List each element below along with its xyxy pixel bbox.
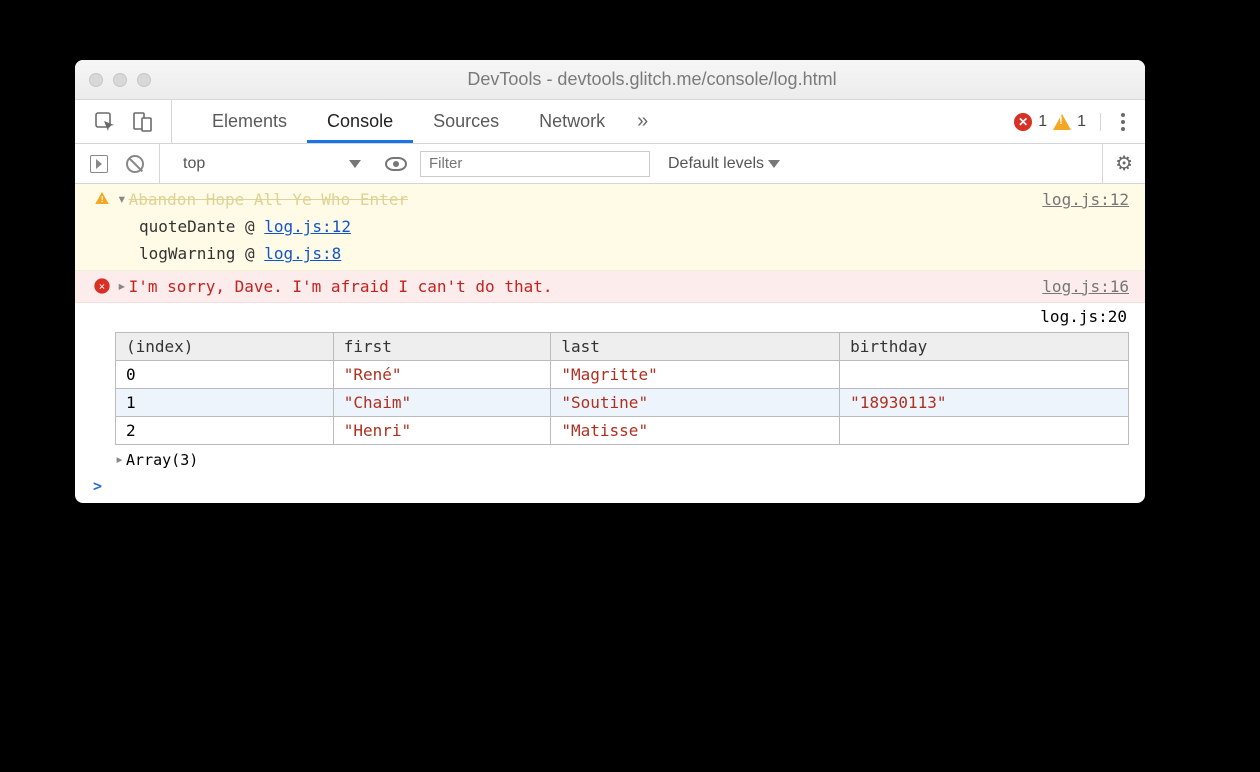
- log-entry-warning[interactable]: ▾Abandon Hope All Ye Who Enter log.js:12…: [75, 184, 1145, 271]
- console-settings-icon[interactable]: ⚙: [1115, 151, 1133, 176]
- execution-context-label: top: [183, 155, 205, 173]
- log-message: I'm sorry, Dave. I'm afraid I can't do t…: [129, 277, 553, 296]
- log-level-select[interactable]: Default levels: [668, 155, 780, 173]
- tab-network[interactable]: Network: [519, 100, 625, 143]
- source-link[interactable]: log.js:12: [1042, 186, 1129, 213]
- console-filterbar: top Default levels ⚙: [75, 144, 1145, 184]
- table-header[interactable]: last: [551, 332, 840, 360]
- traffic-lights: [89, 73, 151, 87]
- table-header[interactable]: birthday: [840, 332, 1129, 360]
- minimize-icon[interactable]: [113, 73, 127, 87]
- expand-caret-icon[interactable]: ▸: [117, 272, 127, 299]
- log-entry-error[interactable]: ✕ ▸I'm sorry, Dave. I'm afraid I can't d…: [75, 271, 1145, 303]
- stack-frame: quoteDante @ log.js:12: [117, 213, 1129, 240]
- stack-frame: logWarning @ log.js:8: [117, 240, 1129, 267]
- clear-console-icon[interactable]: [123, 152, 147, 176]
- inspect-element-icon[interactable]: [93, 110, 117, 134]
- log-message: Abandon Hope All Ye Who Enter: [129, 190, 408, 209]
- chevron-down-icon: [349, 160, 361, 168]
- table-header[interactable]: first: [333, 332, 551, 360]
- tabstrip: Elements Console Sources Network » ✕ 1 1: [75, 100, 1145, 144]
- table-header[interactable]: (index): [116, 332, 334, 360]
- console-prompt[interactable]: >: [75, 469, 1145, 503]
- zoom-icon[interactable]: [137, 73, 151, 87]
- table-object-summary[interactable]: ▸Array(3): [75, 451, 1145, 469]
- error-count: 1: [1038, 113, 1047, 131]
- tab-sources[interactable]: Sources: [413, 100, 519, 143]
- filter-input[interactable]: [420, 151, 650, 177]
- device-toolbar-icon[interactable]: [131, 110, 155, 134]
- console-table: (index) first last birthday 0 "René" "Ma…: [115, 332, 1129, 445]
- error-icon: ✕: [94, 278, 109, 293]
- tab-console[interactable]: Console: [307, 100, 413, 143]
- source-link[interactable]: log.js:20: [1040, 307, 1127, 326]
- window-title: DevTools - devtools.glitch.me/console/lo…: [173, 69, 1131, 90]
- tab-elements[interactable]: Elements: [192, 100, 307, 143]
- close-icon[interactable]: [89, 73, 103, 87]
- warning-count-icon[interactable]: [1053, 114, 1071, 130]
- execution-context-select[interactable]: top: [172, 150, 372, 178]
- expand-caret-icon[interactable]: ▸: [115, 450, 124, 468]
- source-link[interactable]: log.js:12: [264, 217, 351, 236]
- more-menu-icon[interactable]: [1111, 113, 1135, 131]
- console-sidebar-toggle-icon[interactable]: [87, 152, 111, 176]
- source-link[interactable]: log.js:8: [264, 244, 341, 263]
- log-entry-table: log.js:20 (index) first last birthday 0 …: [75, 303, 1145, 469]
- warning-count: 1: [1077, 113, 1086, 131]
- expand-caret-icon[interactable]: ▾: [117, 185, 127, 212]
- devtools-window: DevTools - devtools.glitch.me/console/lo…: [75, 60, 1145, 503]
- prompt-caret-icon: >: [93, 477, 102, 495]
- source-link[interactable]: log.js:16: [1042, 273, 1129, 300]
- table-row[interactable]: 2 "Henri" "Matisse": [116, 416, 1129, 444]
- titlebar: DevTools - devtools.glitch.me/console/lo…: [75, 60, 1145, 100]
- table-row[interactable]: 1 "Chaim" "Soutine" "18930113": [116, 388, 1129, 416]
- live-expression-icon[interactable]: [384, 152, 408, 176]
- table-row[interactable]: 0 "René" "Magritte": [116, 360, 1129, 388]
- tabs-overflow-icon[interactable]: »: [625, 100, 660, 143]
- log-level-label: Default levels: [668, 155, 764, 173]
- chevron-down-icon: [768, 160, 780, 168]
- warning-icon: [95, 192, 109, 204]
- error-count-icon[interactable]: ✕: [1014, 113, 1032, 131]
